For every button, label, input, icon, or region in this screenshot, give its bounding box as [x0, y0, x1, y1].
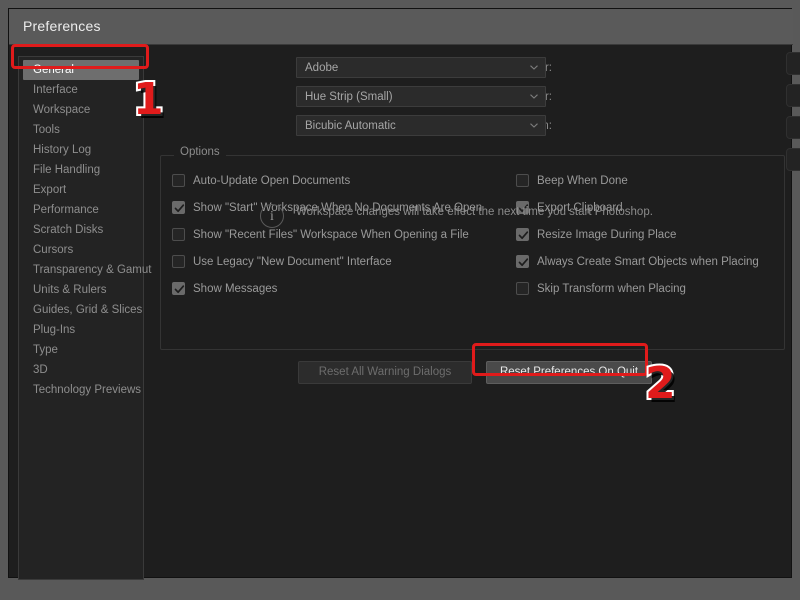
- dialog-title: Preferences: [23, 18, 101, 34]
- edge-button-1[interactable]: [786, 52, 800, 75]
- checkbox-checked-icon[interactable]: [516, 255, 529, 268]
- checkbox-checked-icon[interactable]: [172, 282, 185, 295]
- dropdown-color-picker[interactable]: Adobe: [296, 57, 546, 78]
- preferences-dialog: Preferences GeneralInterfaceWorkspaceToo…: [8, 8, 792, 578]
- sidebar-item-history-log[interactable]: History Log: [19, 140, 143, 160]
- checkbox-checked-icon[interactable]: [172, 201, 185, 214]
- step-marker-2: 2: [645, 362, 676, 406]
- checkbox-label: Auto-Update Open Documents: [193, 172, 350, 190]
- checkbox-unchecked-icon[interactable]: [172, 255, 185, 268]
- sidebar-item-type[interactable]: Type: [19, 340, 143, 360]
- sidebar-item-workspace[interactable]: Workspace: [19, 100, 143, 120]
- screen: Preferences GeneralInterfaceWorkspaceToo…: [0, 0, 800, 600]
- preferences-category-list[interactable]: GeneralInterfaceWorkspaceToolsHistory Lo…: [18, 56, 144, 580]
- info-icon: i: [260, 204, 284, 228]
- chevron-down-icon: [530, 65, 538, 70]
- field-row: Color Picker:Adobe: [152, 57, 552, 79]
- sidebar-item-interface[interactable]: Interface: [19, 80, 143, 100]
- reset-all-warning-dialogs-button[interactable]: Reset All Warning Dialogs: [298, 361, 472, 384]
- dialog-titlebar: Preferences: [9, 9, 793, 45]
- edge-button-3[interactable]: [786, 116, 800, 139]
- preferences-content-pane: Color Picker:Adobe HUD Color Picker:Hue S…: [152, 45, 793, 578]
- dropdown-value: Adobe: [305, 58, 338, 79]
- edge-button-4[interactable]: [786, 148, 800, 171]
- step-marker-1: 1: [133, 78, 164, 122]
- sidebar-item-scratch-disks[interactable]: Scratch Disks: [19, 220, 143, 240]
- sidebar-item-units-rulers[interactable]: Units & Rulers: [19, 280, 143, 300]
- checkbox-unchecked-icon[interactable]: [516, 282, 529, 295]
- options-legend: Options: [174, 146, 226, 158]
- dropdown-image-interpolation[interactable]: Bicubic Automatic: [296, 115, 546, 136]
- chevron-down-icon: [530, 123, 538, 128]
- checkbox-label: Show Messages: [193, 280, 277, 298]
- sidebar-item-performance[interactable]: Performance: [19, 200, 143, 220]
- checkbox-unchecked-icon[interactable]: [172, 174, 185, 187]
- dropdown-hud-color-picker[interactable]: Hue Strip (Small): [296, 86, 546, 107]
- sidebar-item-technology-previews[interactable]: Technology Previews: [19, 380, 143, 400]
- dialog-body: GeneralInterfaceWorkspaceToolsHistory Lo…: [9, 45, 793, 578]
- checkbox-label: Skip Transform when Placing: [537, 280, 686, 298]
- reset-preferences-on-quit-button[interactable]: Reset Preferences On Quit: [486, 361, 652, 384]
- sidebar-item-transparency-gamut[interactable]: Transparency & Gamut: [19, 260, 143, 280]
- checkbox-unchecked-icon[interactable]: [516, 174, 529, 187]
- sidebar-item-export[interactable]: Export: [19, 180, 143, 200]
- sidebar-item-file-handling[interactable]: File Handling: [19, 160, 143, 180]
- sidebar-item-general[interactable]: General: [23, 60, 139, 80]
- checkbox-label: Always Create Smart Objects when Placing: [537, 253, 759, 271]
- sidebar-item-guides-grid-slices[interactable]: Guides, Grid & Slices: [19, 300, 143, 320]
- field-row: Image Interpolation:Bicubic Automatic: [152, 115, 552, 137]
- edge-button-2[interactable]: [786, 84, 800, 107]
- field-row: HUD Color Picker:Hue Strip (Small): [152, 86, 552, 108]
- checkbox-unchecked-icon[interactable]: [172, 228, 185, 241]
- sidebar-item-cursors[interactable]: Cursors: [19, 240, 143, 260]
- checkbox-label: Resize Image During Place: [537, 226, 676, 244]
- checkbox-label: Show "Recent Files" Workspace When Openi…: [193, 226, 469, 244]
- sidebar-item-3d[interactable]: 3D: [19, 360, 143, 380]
- checkbox-checked-icon[interactable]: [516, 228, 529, 241]
- checkbox-label: Use Legacy "New Document" Interface: [193, 253, 392, 271]
- checkbox-label: Beep When Done: [537, 172, 628, 190]
- dropdown-value: Bicubic Automatic: [305, 116, 396, 137]
- sidebar-item-tools[interactable]: Tools: [19, 120, 143, 140]
- workspace-note-text: Workspace changes will take effect the n…: [296, 206, 653, 218]
- chevron-down-icon: [530, 94, 538, 99]
- dropdown-value: Hue Strip (Small): [305, 87, 393, 108]
- sidebar-item-plug-ins[interactable]: Plug-Ins: [19, 320, 143, 340]
